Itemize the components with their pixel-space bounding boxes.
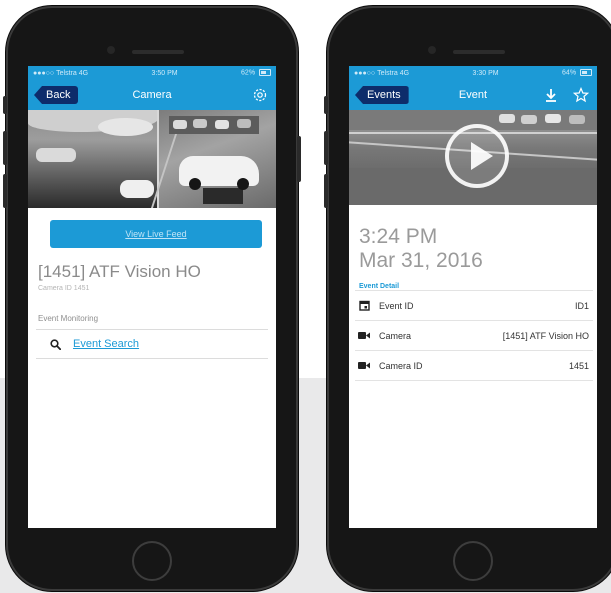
event-search-row[interactable]: Event Search xyxy=(28,330,276,358)
nav-title: Event xyxy=(458,89,488,101)
play-button[interactable] xyxy=(445,124,509,188)
video-camera-icon xyxy=(358,362,370,369)
status-time: 3:30 PM xyxy=(472,69,499,77)
phone-left: ●●●○○ Telstra 4G 3:50 PM 62% Back Camera xyxy=(3,6,301,591)
camera-snapshot[interactable] xyxy=(28,110,276,208)
play-icon xyxy=(471,142,493,170)
front-camera xyxy=(428,46,436,54)
divider xyxy=(36,358,268,359)
event-video[interactable] xyxy=(349,110,597,205)
detail-key: Event ID xyxy=(379,300,414,311)
snapshot-left-pane xyxy=(28,110,158,208)
detail-row-camera-id: Camera ID 1451 xyxy=(355,350,593,380)
download-icon[interactable] xyxy=(543,87,559,103)
battery-icon xyxy=(259,69,271,77)
battery-percent: 64% xyxy=(562,69,577,77)
battery-percent: 62% xyxy=(241,69,256,77)
detail-value: ID1 xyxy=(574,300,589,311)
camera-id-line: Camera ID 1451 xyxy=(38,285,276,292)
screen-camera: ●●●○○ Telstra 4G 3:50 PM 62% Back Camera xyxy=(28,66,276,528)
carrier-label: Telstra 4G xyxy=(56,69,89,77)
nav-title: Camera xyxy=(132,89,172,101)
event-search-link[interactable]: Event Search xyxy=(73,338,139,350)
detail-row-event-id: Event ID ID1 xyxy=(355,290,593,320)
event-detail-label: Event Detail xyxy=(359,283,400,290)
camera-id-label: Camera ID xyxy=(38,285,72,292)
nav-bar: Events Event xyxy=(349,80,597,110)
battery: 62% xyxy=(241,69,271,77)
signal-icon: ●●●○○ xyxy=(33,69,55,77)
carrier: ●●●○○ Telstra 4G xyxy=(33,70,88,77)
gear-icon[interactable] xyxy=(252,87,268,103)
status-bar: ●●●○○ Telstra 4G 3:30 PM 64% xyxy=(349,66,597,80)
home-button[interactable] xyxy=(453,541,493,581)
screen-event: ●●●○○ Telstra 4G 3:30 PM 64% Events Even… xyxy=(349,66,597,528)
earpiece-speaker xyxy=(453,50,505,54)
signal-icon: ●●●○○ xyxy=(354,69,376,77)
volume-down-button xyxy=(324,174,328,208)
calendar-icon xyxy=(358,300,370,311)
star-icon[interactable] xyxy=(573,87,589,103)
mute-switch xyxy=(3,96,7,114)
status-bar: ●●●○○ Telstra 4G 3:50 PM 62% xyxy=(28,66,276,80)
status-time: 3:50 PM xyxy=(151,69,178,77)
events-back-button[interactable]: Events xyxy=(355,86,409,104)
snapshot-right-pane xyxy=(150,110,276,208)
camera-title: [1451] ATF Vision HO xyxy=(38,262,201,281)
home-button[interactable] xyxy=(132,541,172,581)
carrier: ●●●○○ Telstra 4G xyxy=(354,70,409,77)
power-button xyxy=(297,136,301,182)
detail-value: 1451 xyxy=(568,360,589,371)
back-button[interactable]: Back xyxy=(34,86,79,104)
mute-switch xyxy=(324,96,328,114)
detail-key: Camera xyxy=(379,330,412,341)
divider xyxy=(355,380,593,381)
detail-value: [1451] ATF Vision HO xyxy=(502,330,589,341)
detail-key: Camera ID xyxy=(379,360,423,371)
front-camera xyxy=(107,46,115,54)
volume-up-button xyxy=(324,131,328,165)
event-monitoring-label: Event Monitoring xyxy=(38,314,99,323)
volume-down-button xyxy=(3,174,7,208)
event-date: Mar 31, 2016 xyxy=(359,249,483,272)
view-live-feed-button[interactable]: View Live Feed xyxy=(50,220,262,248)
search-icon xyxy=(50,338,61,350)
event-time: 3:24 PM xyxy=(359,225,438,248)
camera-id-value: 1451 xyxy=(73,285,90,292)
detail-row-camera: Camera [1451] ATF Vision HO xyxy=(355,320,593,350)
volume-up-button xyxy=(3,131,7,165)
nav-bar: Back Camera xyxy=(28,80,276,110)
phone-right: ●●●○○ Telstra 4G 3:30 PM 64% Events Even… xyxy=(324,6,611,591)
carrier-label: Telstra 4G xyxy=(377,69,410,77)
battery-icon xyxy=(580,69,592,77)
battery: 64% xyxy=(562,69,592,77)
earpiece-speaker xyxy=(132,50,184,54)
video-camera-icon xyxy=(358,332,370,339)
